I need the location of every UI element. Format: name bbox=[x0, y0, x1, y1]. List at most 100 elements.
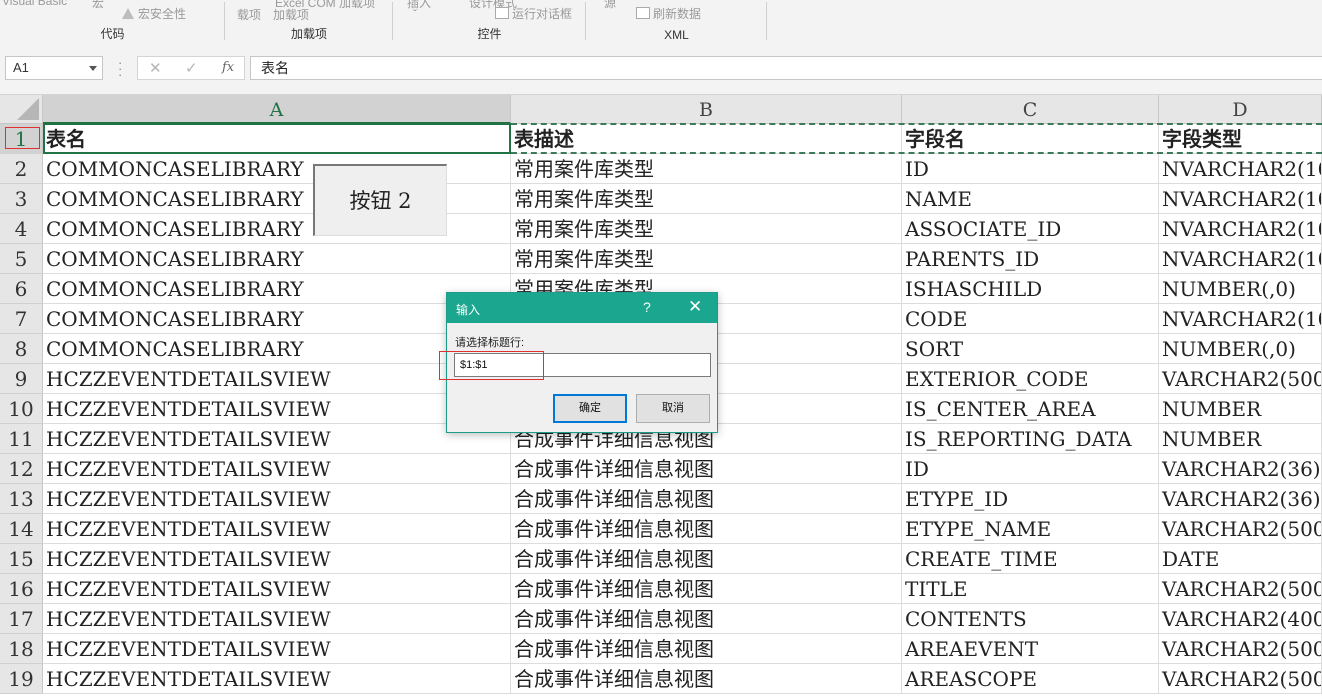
cell-a[interactable]: COMMONCASELIBRARY bbox=[43, 274, 511, 304]
cell-d[interactable]: VARCHAR2(4000) bbox=[1159, 604, 1322, 634]
row-header[interactable]: 14 bbox=[0, 514, 43, 544]
refresh-data-button[interactable]: 刷新数据 bbox=[636, 5, 701, 22]
cell-d[interactable]: NVARCHAR2(100) bbox=[1159, 214, 1322, 244]
cell-c[interactable]: TITLE bbox=[902, 574, 1159, 604]
cancel-icon[interactable]: ✕ bbox=[149, 59, 162, 77]
cell-a[interactable]: HCZZEVENTDETAILSVIEW bbox=[43, 634, 511, 664]
cell-b[interactable]: 合成事件详细信息视图 bbox=[511, 484, 902, 514]
cell-d[interactable]: VARCHAR2(500) bbox=[1159, 574, 1322, 604]
cell-c[interactable]: IS_REPORTING_DATA bbox=[902, 424, 1159, 454]
column-header-c[interactable]: C bbox=[902, 95, 1159, 124]
cell-b[interactable]: 常用案件库类型 bbox=[511, 184, 902, 214]
cell-d[interactable]: NVARCHAR2(100) bbox=[1159, 154, 1322, 184]
enter-icon[interactable]: ✓ bbox=[185, 59, 198, 77]
row-header[interactable]: 15 bbox=[0, 544, 43, 574]
chevron-down-icon[interactable] bbox=[89, 66, 97, 71]
cell-c[interactable]: NAME bbox=[902, 184, 1159, 214]
name-box[interactable]: A1 bbox=[5, 56, 103, 80]
cell-c[interactable]: ASSOCIATE_ID bbox=[902, 214, 1159, 244]
column-header-a[interactable]: A bbox=[43, 95, 511, 124]
row-header[interactable]: 19 bbox=[0, 664, 43, 694]
cell-d[interactable]: VARCHAR2(36) bbox=[1159, 454, 1322, 484]
cell-b[interactable]: 合成事件详细信息视图 bbox=[511, 454, 902, 484]
cell-a[interactable]: HCZZEVENTDETAILSVIEW bbox=[43, 664, 511, 694]
cell-d[interactable]: NVARCHAR2(100) bbox=[1159, 304, 1322, 334]
row-header[interactable]: 11 bbox=[0, 424, 43, 454]
cell-a[interactable]: HCZZEVENTDETAILSVIEW bbox=[43, 454, 511, 484]
cell-c[interactable]: PARENTS_ID bbox=[902, 244, 1159, 274]
cell-d[interactable]: NVARCHAR2(100) bbox=[1159, 244, 1322, 274]
cancel-button[interactable]: 取消 bbox=[636, 394, 710, 423]
cell-c[interactable]: CONTENTS bbox=[902, 604, 1159, 634]
row-header[interactable]: 7 bbox=[0, 304, 43, 334]
cell-c[interactable]: ETYPE_NAME bbox=[902, 514, 1159, 544]
cell-a[interactable]: HCZZEVENTDETAILSVIEW bbox=[43, 604, 511, 634]
cell-b[interactable]: 常用案件库类型 bbox=[511, 214, 902, 244]
column-header-b[interactable]: B bbox=[511, 95, 902, 124]
row-header[interactable]: 16 bbox=[0, 574, 43, 604]
cell-d[interactable]: NUMBER bbox=[1159, 394, 1322, 424]
cell-c[interactable]: ISHASCHILD bbox=[902, 274, 1159, 304]
cell-d[interactable]: NUMBER(,0) bbox=[1159, 334, 1322, 364]
cell-a[interactable]: HCZZEVENTDETAILSVIEW bbox=[43, 484, 511, 514]
cell-c[interactable]: CREATE_TIME bbox=[902, 544, 1159, 574]
cell-c[interactable]: ETYPE_ID bbox=[902, 484, 1159, 514]
cell-d[interactable]: DATE bbox=[1159, 544, 1322, 574]
close-icon[interactable]: ✕ bbox=[688, 297, 702, 317]
cell-d[interactable]: NUMBER(,0) bbox=[1159, 274, 1322, 304]
cell-a[interactable]: HCZZEVENTDETAILSVIEW bbox=[43, 394, 511, 424]
insert-control-button[interactable]: 插入 bbox=[407, 0, 431, 11]
cell-c[interactable]: ID bbox=[902, 154, 1159, 184]
cell-b[interactable]: 合成事件详细信息视图 bbox=[511, 604, 902, 634]
row-header[interactable]: 6 bbox=[0, 274, 43, 304]
cell-a[interactable]: HCZZEVENTDETAILSVIEW bbox=[43, 544, 511, 574]
cell-d[interactable]: VARCHAR2(500) bbox=[1159, 634, 1322, 664]
cell-d[interactable]: NUMBER bbox=[1159, 424, 1322, 454]
row-header[interactable]: 4 bbox=[0, 214, 43, 244]
row-header[interactable]: 2 bbox=[0, 154, 43, 184]
cell-a[interactable]: HCZZEVENTDETAILSVIEW bbox=[43, 574, 511, 604]
cell-c[interactable]: AREASCOPE bbox=[902, 664, 1159, 694]
insert-function-icon[interactable]: fx bbox=[222, 60, 234, 75]
row-header[interactable]: 18 bbox=[0, 634, 43, 664]
cell-b[interactable]: 常用案件库类型 bbox=[511, 244, 902, 274]
row-header[interactable]: 3 bbox=[0, 184, 43, 214]
help-icon[interactable]: ? bbox=[643, 299, 651, 315]
cell-a[interactable]: HCZZEVENTDETAILSVIEW bbox=[43, 514, 511, 544]
cell-a[interactable]: HCZZEVENTDETAILSVIEW bbox=[43, 424, 511, 454]
cell-a[interactable]: COMMONCASELIBRARY bbox=[43, 244, 511, 274]
row-header[interactable]: 8 bbox=[0, 334, 43, 364]
cell-b[interactable]: 合成事件详细信息视图 bbox=[511, 514, 902, 544]
column-header-d[interactable]: D bbox=[1159, 95, 1322, 124]
cell-b[interactable]: 合成事件详细信息视图 bbox=[511, 664, 902, 694]
formula-input[interactable]: 表名 bbox=[250, 56, 1322, 80]
row-header[interactable]: 12 bbox=[0, 454, 43, 484]
cell-b[interactable]: 合成事件详细信息视图 bbox=[511, 574, 902, 604]
row-header[interactable]: 9 bbox=[0, 364, 43, 394]
row-header[interactable]: 17 bbox=[0, 604, 43, 634]
cell-c[interactable]: IS_CENTER_AREA bbox=[902, 394, 1159, 424]
visual-basic-button[interactable]: Visual Basic bbox=[2, 0, 67, 8]
cell-d[interactable]: NVARCHAR2(100) bbox=[1159, 184, 1322, 214]
run-dialog-button[interactable]: 运行对话框 bbox=[495, 5, 572, 22]
addins-button[interactable]: 载项 bbox=[237, 6, 261, 23]
dialog-titlebar[interactable]: 输入 ? ✕ bbox=[447, 293, 717, 323]
row-header[interactable]: 5 bbox=[0, 244, 43, 274]
cell-c[interactable]: ID bbox=[902, 454, 1159, 484]
more-options-icon[interactable]: · · · bbox=[118, 56, 122, 81]
cell-b[interactable]: 合成事件详细信息视图 bbox=[511, 544, 902, 574]
cell-b[interactable]: 合成事件详细信息视图 bbox=[511, 634, 902, 664]
source-button[interactable]: 源 bbox=[604, 0, 616, 11]
sheet-button-2[interactable]: 按钮 2 bbox=[313, 164, 447, 236]
cell-d[interactable]: VARCHAR2(500) bbox=[1159, 364, 1322, 394]
row-header[interactable]: 10 bbox=[0, 394, 43, 424]
cell-c[interactable]: EXTERIOR_CODE bbox=[902, 364, 1159, 394]
row-header[interactable]: 13 bbox=[0, 484, 43, 514]
cell-c[interactable]: SORT bbox=[902, 334, 1159, 364]
cell-b[interactable]: 常用案件库类型 bbox=[511, 154, 902, 184]
select-all-button[interactable] bbox=[0, 95, 43, 124]
cell-d[interactable]: VARCHAR2(500) bbox=[1159, 514, 1322, 544]
cell-d[interactable]: VARCHAR2(500) bbox=[1159, 664, 1322, 694]
ok-button[interactable]: 确定 bbox=[553, 394, 627, 423]
cell-c[interactable]: AREAEVENT bbox=[902, 634, 1159, 664]
